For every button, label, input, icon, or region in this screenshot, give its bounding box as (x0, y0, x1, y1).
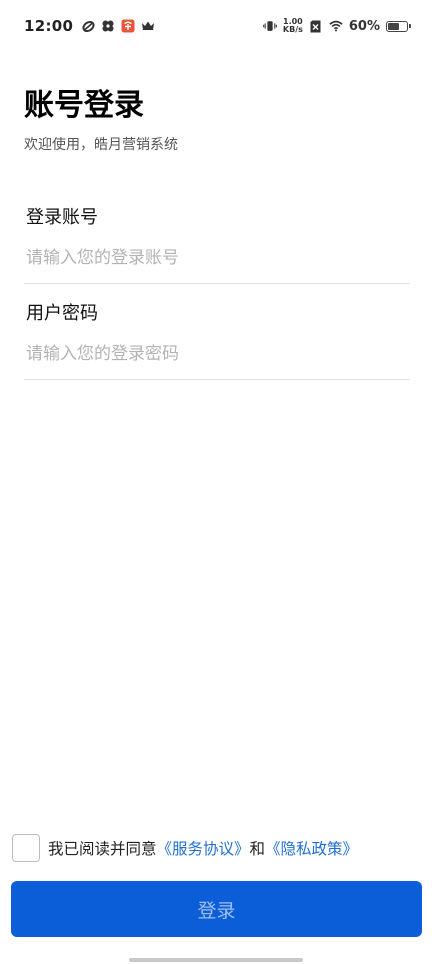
page-title: 账号登录 (24, 88, 144, 123)
net-speed: 1.00 KB/s (283, 18, 303, 34)
privacy-policy-link[interactable]: 《隐私政策》 (265, 840, 358, 858)
account-label: 登录账号 (26, 207, 98, 228)
agreement-checkbox[interactable] (12, 834, 40, 862)
vibrate-icon (263, 19, 277, 33)
no-sim-icon (309, 19, 323, 33)
page-subtitle: 欢迎使用，皓月营销系统 (24, 137, 178, 153)
wifi-icon (329, 19, 343, 33)
battery-percent: 60% (348, 18, 380, 34)
agreement-prefix: 我已阅读并同意 (48, 840, 157, 858)
link-icon (81, 19, 95, 33)
password-input[interactable] (26, 339, 396, 369)
net-speed-unit: KB/s (282, 25, 303, 34)
crown-icon (141, 19, 155, 33)
agreement-row: 我已阅读并同意《服务协议》和《隐私政策》 (12, 834, 358, 862)
status-bar: 12:00 1.00 KB/s 60% (0, 0, 432, 52)
home-indicator[interactable] (129, 958, 303, 962)
status-time: 12:00 (24, 17, 74, 35)
flower-icon (101, 19, 115, 33)
battery-icon (386, 20, 411, 32)
password-field: 用户密码 (24, 299, 410, 380)
account-input[interactable] (26, 243, 396, 273)
service-agreement-link[interactable]: 《服务协议》 (157, 840, 250, 858)
app-badge-icon (121, 19, 135, 33)
battery-level-fill (388, 22, 399, 30)
agreement-and: 和 (249, 840, 266, 858)
status-bar-right: 1.00 KB/s 60% (263, 18, 411, 34)
account-field: 登录账号 (24, 203, 410, 284)
login-screen: 12:00 1.00 KB/s 60% 账号登录 欢迎使用，皓月营销系统 登录账… (0, 0, 432, 964)
password-label: 用户密码 (26, 303, 98, 324)
status-bar-left: 12:00 (24, 17, 155, 35)
agreement-text: 我已阅读并同意《服务协议》和《隐私政策》 (48, 837, 358, 859)
login-button[interactable]: 登录 (11, 881, 422, 937)
